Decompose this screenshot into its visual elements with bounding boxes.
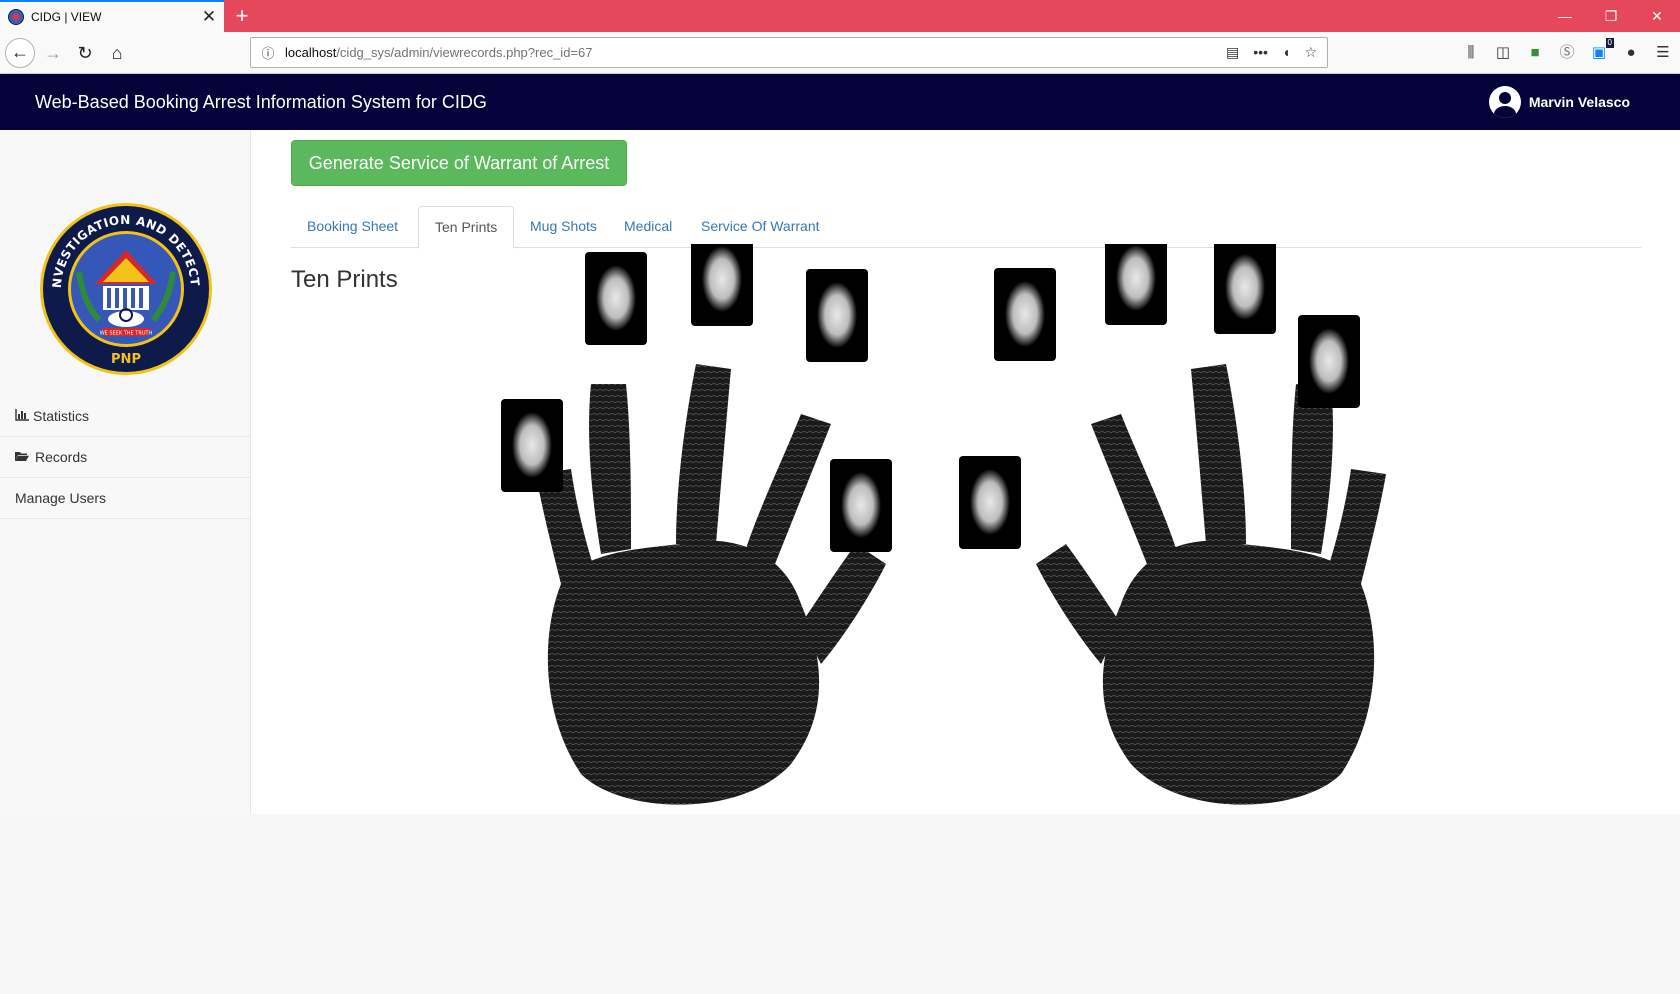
tab-service-of-warrant[interactable]: Service Of Warrant [685, 206, 836, 248]
bookmark-star-icon[interactable]: ☆ [1304, 44, 1317, 61]
right-little-finger-print [1298, 315, 1360, 408]
left-little-finger-print [501, 399, 563, 492]
right-index-finger-print [994, 268, 1056, 361]
left-ring-finger-print [585, 252, 647, 345]
close-tab-icon[interactable]: ✕ [194, 2, 224, 32]
reader-view-icon[interactable]: ▤ [1226, 44, 1239, 61]
right-ring-finger-print [1214, 244, 1276, 334]
bar-chart-icon [15, 408, 33, 424]
new-tab-button[interactable]: + [232, 2, 252, 30]
lightbulb-extension-icon[interactable]: ● [1622, 44, 1640, 62]
record-tabs: Booking Sheet Ten Prints Mug Shots Medic… [291, 206, 1641, 249]
folder-open-icon [15, 450, 33, 465]
svg-text:WE SEEK THE TRUTH: WE SEEK THE TRUTH [100, 331, 153, 337]
tab-medical[interactable]: Medical [608, 206, 688, 248]
page-actions-icon[interactable]: ••• [1253, 44, 1268, 61]
cidg-logo: CRIMINAL INVESTIGATION AND DETECTION GRO… [39, 202, 212, 375]
forward-button[interactable]: → [38, 38, 68, 68]
tab-booking-sheet[interactable]: Booking Sheet [291, 206, 414, 248]
sidebar-menu: Statistics Records Manage Users [0, 396, 250, 519]
left-thumb-print [830, 459, 892, 552]
right-middle-finger-print [1105, 244, 1167, 325]
color-extension-icon[interactable]: ■ [1526, 44, 1544, 62]
user-menu[interactable]: Marvin Velasco [1488, 74, 1630, 130]
restore-window-icon[interactable]: ❐ [1588, 0, 1634, 32]
close-window-icon[interactable]: ✕ [1634, 0, 1680, 32]
left-hand-print [536, 364, 886, 805]
home-button[interactable]: ⌂ [102, 38, 132, 68]
browser-tab-bar: CIDG | VIEW ✕ + — ❐ ✕ [0, 0, 1680, 32]
right-thumb-print [959, 456, 1021, 549]
library-icon[interactable]: ⫼ [1462, 44, 1480, 62]
tab-mug-shots[interactable]: Mug Shots [514, 206, 613, 248]
app-header: Web-Based Booking Arrest Information Sys… [0, 74, 1680, 130]
site-info-icon[interactable]: ⓘ [257, 43, 279, 62]
left-middle-finger-print [691, 244, 753, 326]
s-extension-icon[interactable]: Ⓢ [1558, 44, 1576, 62]
sidebar-toggle-icon[interactable]: ◫ [1494, 44, 1512, 62]
address-bar[interactable]: ⓘ localhost/cidg_sys/admin/viewrecords.p… [250, 37, 1328, 68]
section-title: Ten Prints [291, 266, 398, 293]
right-hand-print [1036, 364, 1386, 805]
tab-ten-prints[interactable]: Ten Prints [418, 206, 515, 249]
left-index-finger-print [806, 269, 868, 362]
cidg-favicon-icon [8, 9, 24, 25]
browser-tab-title: CIDG | VIEW [31, 10, 102, 24]
url-text[interactable]: localhost/cidg_sys/admin/viewrecords.php… [285, 45, 1226, 60]
browser-tab[interactable]: CIDG | VIEW ✕ [0, 0, 224, 32]
sidebar-item-records[interactable]: Records [0, 437, 250, 478]
main-content: Generate Service of Warrant of Arrest Bo… [251, 130, 1680, 814]
sidebar-item-manage-users[interactable]: Manage Users [0, 478, 250, 519]
sidebar-item-statistics[interactable]: Statistics [0, 396, 250, 437]
user-name[interactable]: Marvin Velasco [1529, 94, 1630, 110]
ten-prints-handprints-image [501, 244, 1386, 805]
svg-text:PNP: PNP [111, 352, 141, 367]
app-title[interactable]: Web-Based Booking Arrest Information Sys… [35, 74, 487, 130]
sidebar-item-label: Statistics [33, 408, 90, 424]
pocket-icon[interactable]: ◖ [1282, 44, 1290, 61]
reload-button[interactable]: ↻ [70, 38, 100, 68]
hamburger-menu-icon[interactable]: ☰ [1654, 44, 1672, 62]
notification-extension-icon[interactable]: ▣ 0 [1590, 38, 1614, 62]
minimize-window-icon[interactable]: — [1542, 0, 1588, 32]
user-avatar-icon[interactable] [1488, 86, 1521, 118]
sidebar-item-label: Records [35, 449, 88, 465]
browser-navigation-bar: ← → ↻ ⌂ ⓘ localhost/cidg_sys/admin/viewr… [0, 32, 1680, 74]
sidebar-item-label: Manage Users [15, 490, 107, 506]
generate-warrant-button[interactable]: Generate Service of Warrant of Arrest [291, 140, 627, 186]
sidebar: CRIMINAL INVESTIGATION AND DETECTION GRO… [0, 130, 251, 814]
back-button[interactable]: ← [5, 38, 35, 68]
